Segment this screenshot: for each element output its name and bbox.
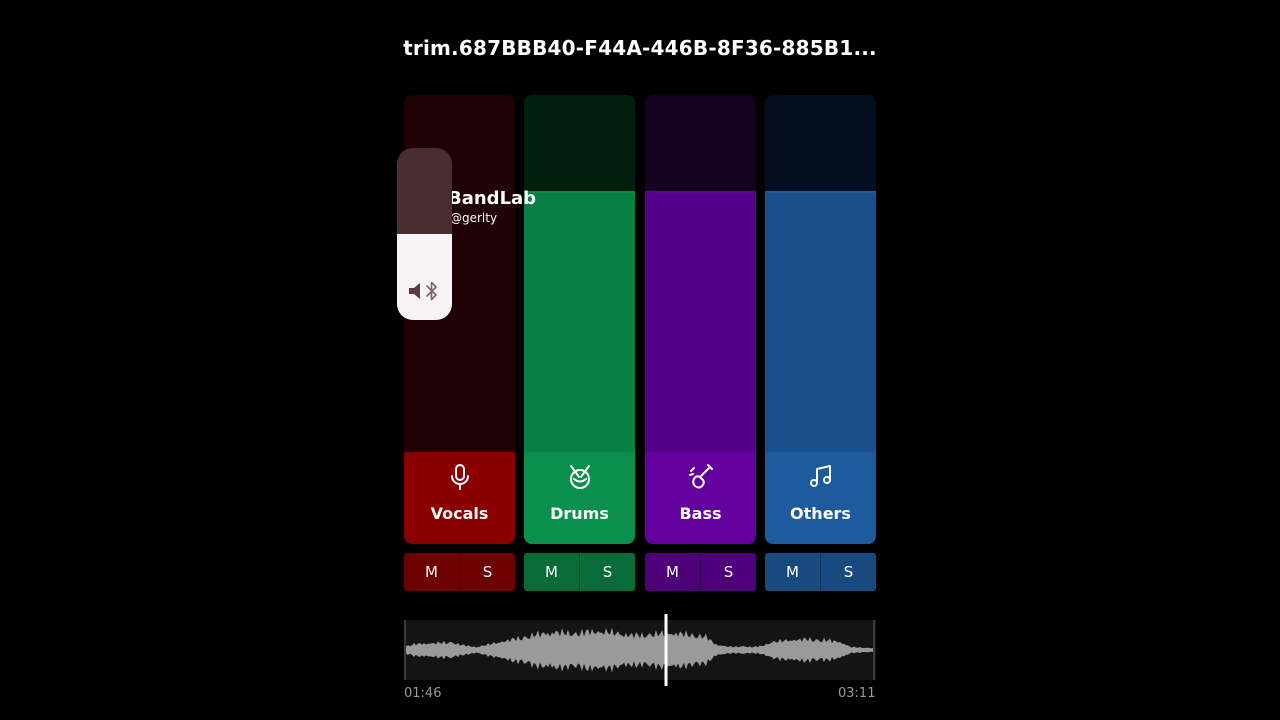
waveform xyxy=(406,627,874,673)
stem-name-bass: Bass xyxy=(679,504,722,523)
mute-solo-group-others: MS xyxy=(765,553,876,591)
solo-button-bass[interactable]: S xyxy=(701,553,756,591)
bluetooth-icon xyxy=(426,281,437,301)
bandlab-watermark: BandLab @gerlty xyxy=(448,188,536,226)
drum-icon xyxy=(565,462,595,492)
start-time: 01:46 xyxy=(404,686,442,701)
mute-button-drums[interactable]: M xyxy=(524,553,579,591)
end-time: 03:11 xyxy=(838,686,876,701)
solo-button-others[interactable]: S xyxy=(821,553,876,591)
volume-hud-icons xyxy=(407,279,443,303)
speaker-icon xyxy=(409,283,420,299)
stem-name-vocals: Vocals xyxy=(430,504,489,523)
music-note-icon xyxy=(806,462,836,492)
stem-level-handle-bass[interactable] xyxy=(645,191,756,193)
mute-button-vocals[interactable]: M xyxy=(404,553,459,591)
system-volume-hud[interactable] xyxy=(397,148,452,320)
stem-label-area-bass[interactable]: Bass xyxy=(645,452,756,544)
watermark-brand: BandLab xyxy=(448,188,537,209)
mute-button-bass[interactable]: M xyxy=(645,553,700,591)
bass-guitar-icon xyxy=(686,462,716,492)
stem-channel-bass[interactable]: Bass xyxy=(645,95,756,544)
stem-label-area-vocals[interactable]: Vocals xyxy=(404,452,515,544)
stem-level-handle-others[interactable] xyxy=(765,191,876,193)
stem-level-handle-drums[interactable] xyxy=(524,191,635,193)
stem-channel-drums[interactable]: Drums xyxy=(524,95,635,544)
stem-name-drums: Drums xyxy=(550,504,609,523)
mute-solo-group-bass: MS xyxy=(645,553,756,591)
volume-level-fill xyxy=(397,234,452,320)
mute-button-others[interactable]: M xyxy=(765,553,820,591)
waveform-scrubber[interactable] xyxy=(404,614,876,686)
stem-name-others: Others xyxy=(790,504,851,523)
mute-solo-group-drums: MS xyxy=(524,553,635,591)
stem-label-area-drums[interactable]: Drums xyxy=(524,452,635,544)
track-title: trim.687BBB40-F44A-446B-8F36-885B1... xyxy=(403,36,877,60)
microphone-icon xyxy=(445,462,475,492)
stem-label-area-others[interactable]: Others xyxy=(765,452,876,544)
stems-mixer-screen: trim.687BBB40-F44A-446B-8F36-885B1... Vo… xyxy=(0,0,1280,720)
solo-button-vocals[interactable]: S xyxy=(460,553,515,591)
playhead[interactable] xyxy=(664,614,668,686)
watermark-handle: @gerlty xyxy=(450,211,498,225)
stem-channel-others[interactable]: Others xyxy=(765,95,876,544)
solo-button-drums[interactable]: S xyxy=(580,553,635,591)
mute-solo-group-vocals: MS xyxy=(404,553,515,591)
